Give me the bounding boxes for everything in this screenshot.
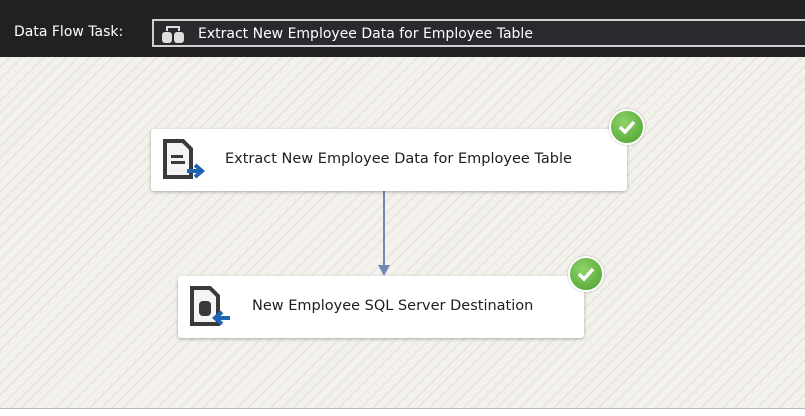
node-label: New Employee SQL Server Destination [252,298,534,314]
design-canvas[interactable]: Extract New Employee Data for Employee T… [0,57,805,409]
success-check-icon [568,256,604,292]
source-component-node[interactable]: Extract New Employee Data for Employee T… [151,129,627,191]
toolbar: Data Flow Task: Extract New Employee Dat… [0,0,805,57]
node-label: Extract New Employee Data for Employee T… [225,151,572,167]
selected-task-text: Extract New Employee Data for Employee T… [198,26,533,42]
success-check-icon [609,109,645,145]
data-path-connector[interactable] [0,57,805,409]
data-flow-task-select[interactable]: Extract New Employee Data for Employee T… [152,19,805,47]
data-flow-task-icon [161,26,187,48]
sql-destination-icon [188,284,234,334]
source-file-icon [161,137,207,187]
destination-component-node[interactable]: New Employee SQL Server Destination [178,276,584,338]
data-flow-task-label: Data Flow Task: [14,24,124,40]
